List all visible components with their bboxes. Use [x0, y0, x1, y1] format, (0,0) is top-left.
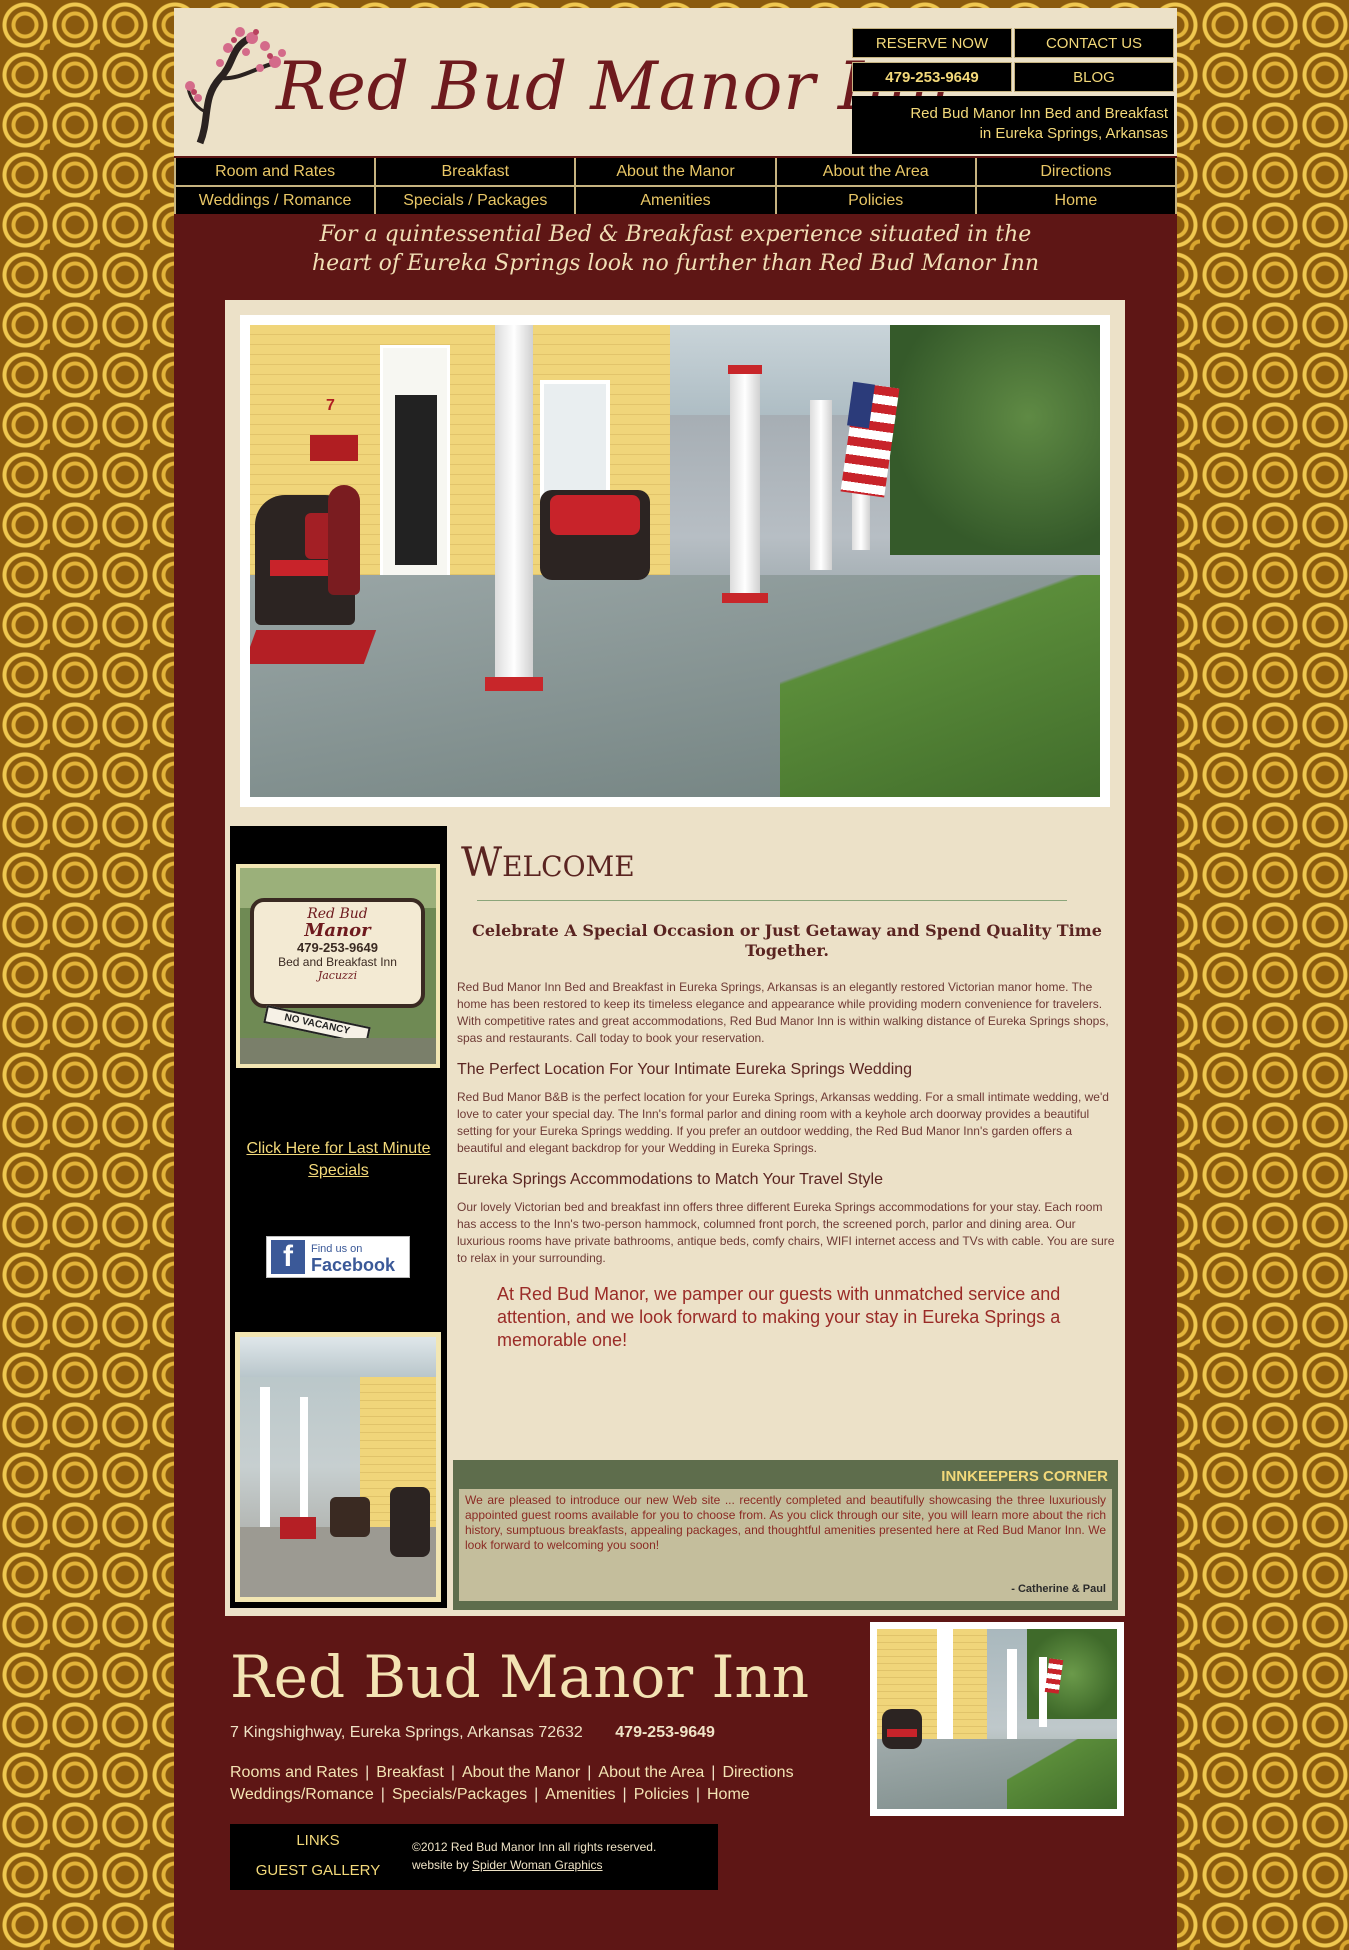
header-phone[interactable]: 479-253-9649 [852, 62, 1012, 92]
blog-button[interactable]: BLOG [1014, 62, 1174, 92]
inn-sign-photo[interactable]: Red Bud Manor 479-253-9649 Bed and Break… [236, 864, 440, 1068]
header-descriptor: Red Bud Manor Inn Bed and Breakfast in E… [852, 96, 1174, 154]
descriptor-line-2: in Eureka Springs, Arkansas [979, 125, 1168, 142]
nav-about-the-manor[interactable]: About the Manor [576, 158, 775, 185]
reserve-now-button[interactable]: RESERVE NOW [852, 28, 1012, 58]
inn-sign: Red Bud Manor 479-253-9649 Bed and Break… [250, 898, 425, 1008]
welcome-heading: Welcome [461, 840, 635, 886]
footer-credit: website by Spider Woman Graphics [412, 1856, 656, 1874]
separator: | [365, 1764, 370, 1781]
footer-links-row-2: Weddings/Romance | Specials/Packages | Ameni… [230, 1784, 794, 1806]
sign-text-jacuzzi: Jacuzzi [317, 969, 358, 982]
footer-guest-gallery-button[interactable]: GUEST GALLERY [230, 1862, 406, 1879]
nav-specials-packages[interactable]: Specials / Packages [376, 187, 575, 214]
separator: | [534, 1786, 539, 1803]
nav-breakfast[interactable]: Breakfast [376, 158, 575, 185]
tagline-line-2: heart of Eureka Springs look no further … [311, 251, 1040, 276]
main-panel: 7 Red Bud Manor 479-253-9649 Bed and Bre… [225, 300, 1125, 1616]
intro-paragraph: Red Bud Manor Inn Bed and Breakfast in E… [457, 980, 1109, 1045]
nav-about-the-area[interactable]: About the Area [776, 158, 975, 185]
footer-website-by: website by [412, 1858, 469, 1872]
facebook-label: Find us on Facebook [311, 1241, 396, 1275]
screened-porch-photo[interactable] [235, 1332, 441, 1602]
footer-link-policies[interactable]: Policies [634, 1786, 689, 1803]
separator: | [587, 1764, 592, 1781]
contact-us-button[interactable]: CONTACT US [1014, 28, 1174, 58]
left-sidebar: Red Bud Manor 479-253-9649 Bed and Break… [230, 826, 447, 1608]
porch-hero-photo: 7 [250, 325, 1100, 797]
page-container: Red Bud Manor Inn RESERVE NOW CONTACT US… [174, 8, 1177, 1950]
pamper-quote: At Red Bud Manor, we pamper our guests w… [497, 1284, 1061, 1350]
accommodations-subheading: Eureka Springs Accommodations to Match Y… [457, 1171, 883, 1188]
footer-link-specials[interactable]: Specials/Packages [392, 1786, 527, 1803]
separator: | [450, 1764, 455, 1781]
footer-copyright: ©2012 Red Bud Manor Inn all rights reser… [412, 1840, 657, 1854]
nav-weddings-romance[interactable]: Weddings / Romance [176, 187, 375, 214]
footer-link-rooms[interactable]: Rooms and Rates [230, 1764, 358, 1781]
facebook-word: Facebook [311, 1255, 396, 1275]
innkeepers-body: We are pleased to introduce our new Web … [465, 1493, 1106, 1552]
footer-designer-link[interactable]: Spider Woman Graphics [472, 1858, 603, 1872]
separator: | [711, 1764, 716, 1781]
footer-link-amenities[interactable]: Amenities [545, 1786, 615, 1803]
innkeepers-title: INNKEEPERS CORNER [941, 1468, 1108, 1485]
footer-link-area[interactable]: About the Area [598, 1764, 704, 1781]
footer-porch-photo[interactable] [877, 1629, 1117, 1809]
footer-photo-frame [870, 1622, 1124, 1816]
footer-box: LINKS GUEST GALLERY ©2012 Red Bud Manor … [230, 1824, 718, 1890]
footer-links: Rooms and Rates | Breakfast | About the Mano… [230, 1762, 794, 1806]
tagline-line-1: For a quintessential Bed & Breakfast exp… [319, 222, 1032, 247]
nav-amenities[interactable]: Amenities [576, 187, 775, 214]
descriptor-line-1: Red Bud Manor Inn Bed and Breakfast [910, 105, 1168, 122]
footer-links-button[interactable]: LINKS [230, 1832, 406, 1849]
footer-address: 7 Kingshighway, Eureka Springs, Arkansas… [230, 1724, 583, 1741]
footer-links-row-1: Rooms and Rates | Breakfast | About the Mano… [230, 1762, 794, 1784]
footer-link-directions[interactable]: Directions [722, 1764, 793, 1781]
nav-directions[interactable]: Directions [976, 158, 1175, 185]
separator: | [695, 1786, 700, 1803]
last-minute-specials-link[interactable]: Click Here for Last Minute Specials [230, 1138, 447, 1182]
facebook-button[interactable]: f Find us on Facebook [266, 1236, 410, 1278]
nav-home[interactable]: Home [976, 187, 1175, 214]
hero-photo-frame: 7 [240, 315, 1110, 807]
innkeepers-signature: - Catherine & Paul [1011, 1583, 1106, 1595]
celebrate-heading: Celebrate A Special Occasion or Just Get… [472, 921, 1102, 960]
footer-copyright-block: ©2012 Red Bud Manor Inn all rights reser… [412, 1838, 656, 1874]
footer-address-line: 7 Kingshighway, Eureka Springs, Arkansas… [230, 1724, 715, 1742]
wedding-subheading: The Perfect Location For Your Intimate E… [457, 1061, 913, 1078]
footer-link-manor[interactable]: About the Manor [462, 1764, 580, 1781]
nav-room-and-rates[interactable]: Room and Rates [176, 158, 375, 185]
tagline: For a quintessential Bed & Breakfast exp… [174, 220, 1177, 278]
site-logo-title[interactable]: Red Bud Manor Inn [276, 48, 952, 125]
innkeepers-message: We are pleased to introduce our new Web … [459, 1489, 1112, 1601]
redbud-tree-logo [185, 27, 286, 145]
sign-text-bb: Bed and Breakfast Inn [278, 955, 397, 969]
house-number: 7 [326, 397, 335, 414]
footer-link-breakfast[interactable]: Breakfast [376, 1764, 444, 1781]
separator: | [622, 1786, 627, 1803]
footer-phone[interactable]: 479-253-9649 [615, 1724, 715, 1741]
footer-link-home[interactable]: Home [707, 1786, 750, 1803]
main-nav: Room and Rates Breakfast About the Manor… [174, 158, 1177, 214]
sign-text-manor: Manor [304, 920, 371, 941]
wedding-paragraph: Red Bud Manor B&B is the perfect locatio… [457, 1090, 1109, 1155]
nav-policies[interactable]: Policies [776, 187, 975, 214]
main-content: Welcome Celebrate A Special Occasion or … [457, 840, 1117, 1352]
facebook-icon: f [271, 1240, 305, 1274]
footer-title: Red Bud Manor Inn [230, 1643, 810, 1711]
welcome-divider [477, 900, 1067, 901]
site-header: Red Bud Manor Inn RESERVE NOW CONTACT US… [174, 8, 1177, 156]
accommodations-paragraph: Our lovely Victorian bed and breakfast i… [457, 1200, 1115, 1265]
footer-link-weddings[interactable]: Weddings/Romance [230, 1786, 374, 1803]
innkeepers-corner: INNKEEPERS CORNER We are pleased to intr… [453, 1460, 1118, 1610]
separator: | [380, 1786, 385, 1803]
sign-text-phone: 479-253-9649 [297, 940, 378, 955]
